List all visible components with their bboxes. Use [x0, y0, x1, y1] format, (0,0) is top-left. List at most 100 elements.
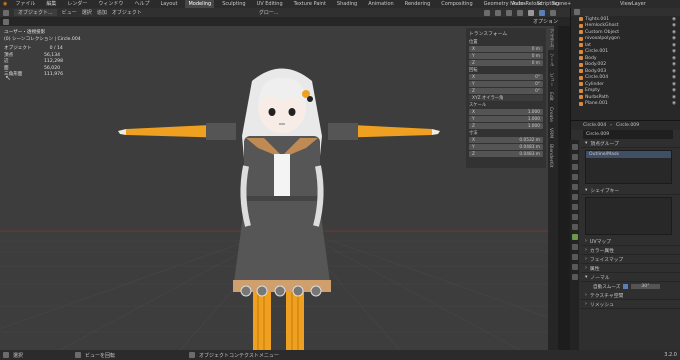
- properties-tab-icon[interactable]: [571, 154, 578, 160]
- dimensions-x[interactable]: X 0.0532 m: [469, 137, 543, 143]
- overlay-icon[interactable]: [505, 9, 512, 16]
- eye-icon[interactable]: ◉: [672, 23, 676, 28]
- eye-icon[interactable]: ◉: [672, 36, 676, 41]
- properties-tab-icon[interactable]: [571, 274, 578, 280]
- options-button[interactable]: オプション: [533, 18, 558, 25]
- scale-x[interactable]: X 1.000: [469, 109, 543, 115]
- menu-help[interactable]: ヘルプ: [131, 0, 152, 8]
- properties-tab-icon[interactable]: [571, 194, 578, 200]
- remesh-panel[interactable]: › リメッシュ: [581, 300, 680, 309]
- autosmooth-angle[interactable]: 30°: [631, 284, 660, 289]
- tab-rendering[interactable]: Rendering: [402, 0, 434, 8]
- rotation-z[interactable]: Z 0°: [469, 88, 543, 94]
- ntab-edit[interactable]: Edit: [548, 89, 553, 104]
- eye-icon[interactable]: ◉: [672, 17, 676, 22]
- shading-solid-icon[interactable]: [527, 9, 534, 16]
- properties-tab-icon[interactable]: [571, 254, 578, 260]
- properties-tab-icon[interactable]: [571, 204, 578, 210]
- tab-modeling[interactable]: Modeling: [185, 0, 215, 8]
- menu-object[interactable]: オブジェクト: [112, 9, 142, 16]
- 3d-viewport[interactable]: ユーザー・透視投影 (0) シーンコレクション | Circle.004 オブジ…: [0, 26, 548, 350]
- outliner-filter-icon[interactable]: [574, 9, 580, 15]
- menu-render[interactable]: レンダー: [64, 0, 90, 8]
- face-maps-panel[interactable]: › フェイスマップ: [581, 255, 680, 264]
- uv-maps-panel[interactable]: › UVマップ: [581, 237, 680, 246]
- scale-y[interactable]: Y 1.000: [469, 116, 543, 122]
- visibility-icon[interactable]: [483, 9, 490, 16]
- character-model[interactable]: [118, 68, 440, 351]
- select-box-icon[interactable]: [3, 18, 9, 25]
- properties-tab-icon[interactable]: [571, 264, 578, 270]
- tab-uv-editing[interactable]: UV Editing: [254, 0, 286, 8]
- eye-icon[interactable]: ◉: [672, 88, 676, 93]
- location-z[interactable]: Z0 m: [469, 60, 543, 66]
- tab-animation[interactable]: Animation: [365, 0, 397, 8]
- eye-icon[interactable]: ◉: [672, 43, 676, 48]
- shading-rendered-icon[interactable]: [549, 9, 556, 16]
- shading-material-icon[interactable]: [538, 9, 545, 16]
- color-attributes-panel[interactable]: › カラー属性: [581, 246, 680, 255]
- eye-icon[interactable]: ◉: [672, 30, 676, 35]
- tab-shading[interactable]: Shading: [334, 0, 360, 8]
- rotation-y[interactable]: Y 0°: [469, 81, 543, 87]
- shape-keys-panel[interactable]: ▾ シェイプキー: [581, 186, 680, 195]
- ntab-vrm[interactable]: VRM: [548, 125, 553, 141]
- ntab-tool[interactable]: ツール: [548, 50, 554, 70]
- properties-tab-icon[interactable]: [571, 244, 578, 250]
- eye-icon[interactable]: ◉: [672, 95, 676, 100]
- toolbar-toggle-icon[interactable]: ↖: [5, 74, 11, 82]
- properties-tab-icon[interactable]: [571, 234, 578, 240]
- eye-icon[interactable]: ◉: [672, 49, 676, 54]
- properties-tab-icon[interactable]: [571, 184, 578, 190]
- location-x[interactable]: X0 m: [469, 46, 543, 52]
- autosmooth-checkbox[interactable]: [623, 284, 629, 289]
- rotation-x[interactable]: X 0°: [469, 74, 543, 80]
- ntab-item[interactable]: アイテム: [548, 26, 554, 50]
- properties-tab-icon[interactable]: [571, 144, 578, 150]
- menu-window[interactable]: ウィンドウ: [95, 0, 126, 8]
- mesh-datablock[interactable]: Circle.009: [583, 130, 673, 139]
- add-workspace-button[interactable]: +: [567, 1, 571, 7]
- normals-panel[interactable]: ▾ ノーマル: [581, 273, 680, 282]
- mode-selector[interactable]: オブジェクト...: [14, 9, 57, 16]
- orientation-selector[interactable]: グロー...: [259, 9, 279, 16]
- attributes-panel[interactable]: › 属性: [581, 264, 680, 273]
- scale-z[interactable]: Z 1.000: [469, 123, 543, 129]
- eye-icon[interactable]: ◉: [672, 75, 676, 80]
- viewlayer-selector[interactable]: ViewLayer: [620, 0, 646, 8]
- eye-icon[interactable]: ◉: [672, 56, 676, 61]
- scene-selector[interactable]: Scene: [552, 0, 567, 8]
- tab-texture-paint[interactable]: Texture Paint: [291, 0, 329, 8]
- dimensions-z[interactable]: Z 0.0483 m: [469, 151, 543, 157]
- properties-tab-icon[interactable]: [571, 214, 578, 220]
- ntab-create[interactable]: Create: [548, 104, 553, 125]
- gizmo-icon[interactable]: [494, 9, 501, 16]
- autoreload-label[interactable]: Auto-Reload: [512, 0, 543, 8]
- menu-select[interactable]: 選択: [82, 9, 92, 16]
- location-y[interactable]: Y0 m: [469, 53, 543, 59]
- vertex-groups-panel[interactable]: ▾ 頂点グループ: [581, 139, 680, 148]
- tab-compositing[interactable]: Compositing: [438, 0, 475, 8]
- menu-add[interactable]: 追加: [97, 9, 107, 16]
- vertex-group-item[interactable]: Outline/Mask: [586, 151, 671, 158]
- tab-layout[interactable]: Layout: [157, 0, 180, 8]
- texture-space-panel[interactable]: › テクスチャ空間: [581, 291, 680, 300]
- xray-icon[interactable]: [516, 9, 523, 16]
- menu-edit[interactable]: 編集: [43, 0, 59, 8]
- eye-icon[interactable]: ◉: [672, 62, 676, 67]
- ntab-blenderkit[interactable]: BlenderKit: [548, 141, 553, 170]
- dimensions-y[interactable]: Y 0.0483 m: [469, 144, 543, 150]
- tab-sculpting[interactable]: Sculpting: [219, 0, 248, 8]
- blender-logo-icon[interactable]: ◉: [3, 1, 7, 7]
- outliner-item[interactable]: Plane.001 ◉: [579, 101, 680, 108]
- eye-icon[interactable]: ◉: [672, 82, 676, 87]
- ntab-view[interactable]: ビュー: [548, 70, 554, 90]
- eye-icon[interactable]: ◉: [672, 69, 676, 74]
- properties-tab-icon[interactable]: [571, 164, 578, 170]
- eye-icon[interactable]: ◉: [672, 101, 676, 106]
- rotation-mode[interactable]: XYZ オイラー角: [469, 95, 543, 101]
- properties-tab-icon[interactable]: [571, 224, 578, 230]
- properties-tab-icon[interactable]: [571, 174, 578, 180]
- menu-view[interactable]: ビュー: [62, 9, 77, 16]
- editor-type-icon[interactable]: [3, 9, 9, 16]
